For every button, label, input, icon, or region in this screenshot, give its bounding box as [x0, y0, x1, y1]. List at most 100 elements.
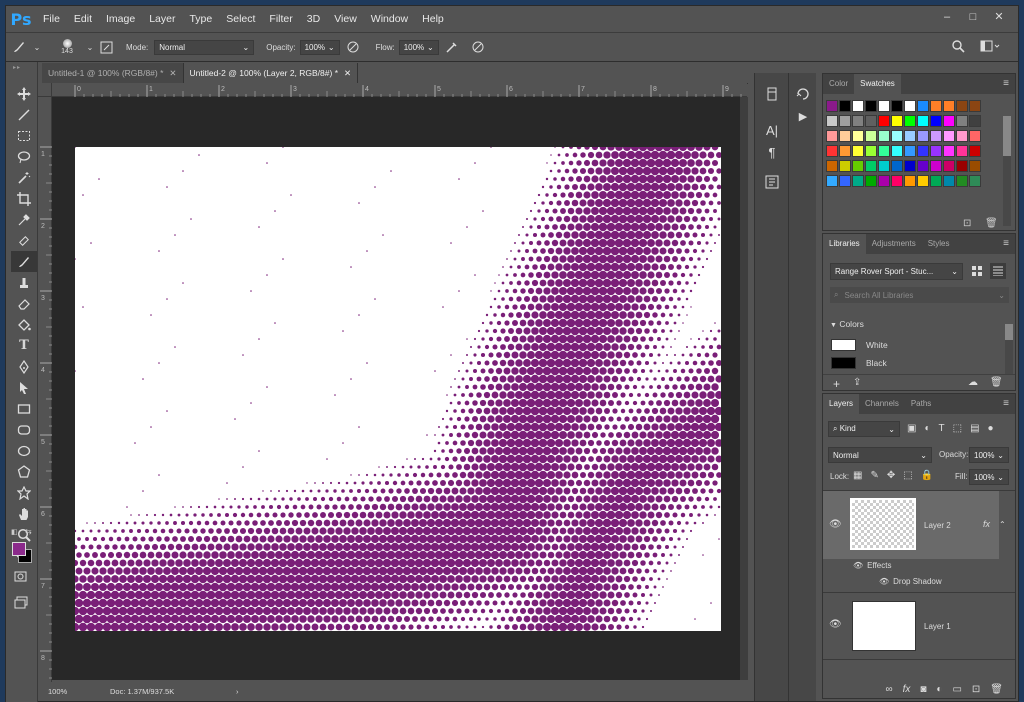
swatch[interactable] [865, 175, 877, 187]
pressure-opacity-icon[interactable] [340, 40, 366, 54]
quick-mask-icon[interactable] [14, 570, 27, 585]
layer-kind-filter[interactable]: ⌕ Kind ⌄ [828, 421, 900, 437]
rectangle-tool-icon[interactable] [11, 398, 37, 419]
layer-opacity-input[interactable]: 100% ⌄ [969, 447, 1009, 463]
smart-object-filter-icon[interactable]: ▤ [970, 423, 979, 434]
swatch[interactable] [839, 160, 851, 172]
trash-icon[interactable]: 🗑 [985, 218, 998, 229]
type-tool-icon[interactable]: T [11, 335, 37, 356]
tab-adjustments[interactable]: Adjustments [866, 234, 922, 254]
library-color-black[interactable]: Black [831, 357, 887, 369]
opacity-input[interactable]: 100% ⌄ [299, 39, 340, 55]
swatch[interactable] [852, 130, 864, 142]
trash-icon[interactable]: 🗑 [990, 377, 1003, 388]
swatch[interactable] [891, 160, 903, 172]
eraser-tool-icon[interactable] [11, 293, 37, 314]
swatch[interactable] [826, 100, 838, 112]
swatch[interactable] [852, 115, 864, 127]
brush-preset-picker[interactable]: 143 [50, 39, 84, 55]
swatch[interactable] [943, 100, 955, 112]
maximize-button[interactable]: □ [960, 6, 986, 28]
type-filter-icon[interactable]: T [939, 423, 945, 434]
swatch[interactable] [891, 175, 903, 187]
add-icon[interactable]: + [833, 377, 840, 391]
trash-icon[interactable]: 🗑 [990, 684, 1003, 695]
swatch[interactable] [878, 145, 890, 157]
library-search-field[interactable]: ⌕ Search All Libraries ⌄ [830, 287, 1009, 303]
screen-mode-icon[interactable] [14, 596, 28, 611]
swatch[interactable] [930, 130, 942, 142]
history-panel-icon[interactable] [755, 83, 789, 105]
swatch[interactable] [904, 160, 916, 172]
library-select[interactable]: Range Rover Sport - Stuc... ⌄ [830, 263, 963, 280]
flow-input[interactable]: 100% ⌄ [398, 39, 439, 55]
paragraph-panel-icon[interactable]: ¶ [755, 141, 789, 163]
menu-select[interactable]: Select [219, 6, 262, 32]
swatch[interactable] [904, 115, 916, 127]
hand-tool-icon[interactable] [11, 503, 37, 524]
swatch[interactable] [956, 115, 968, 127]
tab-libraries[interactable]: Libraries [823, 234, 866, 254]
lock-all-icon[interactable]: 🔒 [921, 470, 933, 481]
marquee-tool-icon[interactable] [11, 125, 37, 146]
paint-bucket-tool-icon[interactable] [11, 314, 37, 335]
default-colors-icon[interactable]: ◧ [11, 528, 18, 536]
swatch[interactable] [956, 175, 968, 187]
swatch[interactable] [826, 115, 838, 127]
panel-menu-icon[interactable]: ≡ [1003, 78, 1009, 89]
swatch[interactable] [969, 175, 981, 187]
ruler-top[interactable]: 0123456789 [52, 83, 747, 97]
artboard-tool-icon[interactable] [11, 104, 37, 125]
swatch[interactable] [839, 145, 851, 157]
brush-tool-icon[interactable] [6, 40, 32, 54]
foreground-color-swatch[interactable] [12, 542, 26, 556]
tab-channels[interactable]: Channels [859, 394, 905, 414]
swatch[interactable] [839, 175, 851, 187]
libraries-scrollbar[interactable] [1005, 324, 1013, 374]
swatch[interactable] [969, 100, 981, 112]
swatch[interactable] [917, 130, 929, 142]
swatch[interactable] [852, 100, 864, 112]
navigator-panel-icon[interactable] [789, 83, 817, 105]
swatch[interactable] [891, 130, 903, 142]
adjustment-layer-icon[interactable]: ◐ [936, 684, 942, 695]
panel-menu-icon[interactable]: ≡ [1003, 398, 1009, 409]
list-view-icon[interactable] [990, 263, 1006, 279]
toolbar-grip-icon[interactable]: ▸▸ [13, 64, 29, 71]
swatch[interactable] [943, 145, 955, 157]
character-panel-icon[interactable]: A| [755, 119, 789, 141]
swatch[interactable] [865, 115, 877, 127]
fx-badge[interactable]: fx [983, 519, 990, 529]
menu-filter[interactable]: Filter [262, 6, 299, 32]
swatch[interactable] [917, 175, 929, 187]
tab-color[interactable]: Color [823, 74, 854, 94]
swap-colors-icon[interactable]: ⇆ [25, 527, 32, 536]
menu-edit[interactable]: Edit [67, 6, 99, 32]
vertical-scrollbar[interactable] [740, 97, 748, 680]
eye-icon[interactable]: 👁 [879, 577, 889, 586]
close-icon[interactable]: ✕ [169, 68, 176, 79]
swatch[interactable] [891, 115, 903, 127]
brush-picker-chevron-icon[interactable]: ⌄ [84, 43, 96, 52]
swatch[interactable] [917, 160, 929, 172]
swatch[interactable] [969, 145, 981, 157]
pixel-filter-icon[interactable]: ▣ [907, 423, 916, 434]
layer-row-layer-1[interactable]: 👁 Layer 1 [823, 593, 1015, 659]
tab-swatches[interactable]: Swatches [854, 74, 901, 94]
swatch[interactable] [930, 100, 942, 112]
layer-mask-icon[interactable]: ◙ [920, 684, 926, 695]
swatch[interactable] [969, 160, 981, 172]
swatch[interactable] [891, 145, 903, 157]
upload-icon[interactable]: ⇪ [853, 377, 861, 388]
blend-mode-select[interactable]: Normal ⌄ [828, 447, 932, 463]
workspace-icon[interactable] [978, 40, 1002, 52]
swatch[interactable] [878, 160, 890, 172]
eye-icon[interactable]: 👁 [829, 519, 842, 530]
creative-cloud-icon[interactable]: ☁ [968, 377, 978, 388]
swatch[interactable] [826, 175, 838, 187]
pen-tool-icon[interactable] [11, 356, 37, 377]
swatch[interactable] [917, 145, 929, 157]
polygon-tool-icon[interactable] [11, 461, 37, 482]
menu-image[interactable]: Image [99, 6, 142, 32]
move-tool-icon[interactable] [11, 83, 37, 104]
